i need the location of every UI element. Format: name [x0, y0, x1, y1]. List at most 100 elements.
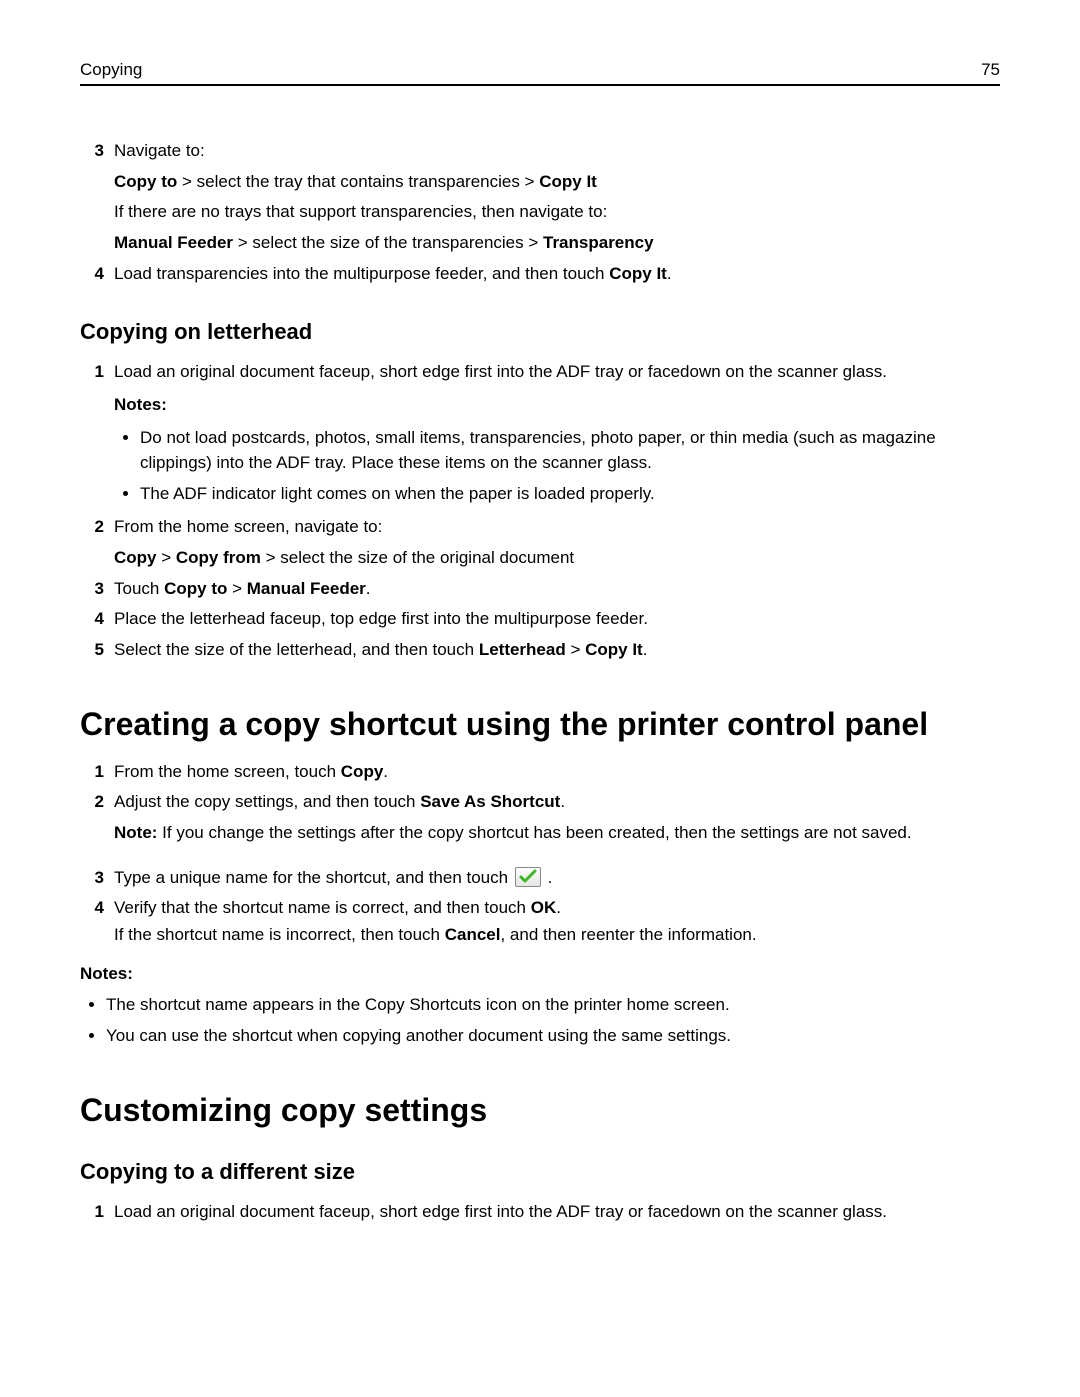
heading-shortcut: Creating a copy shortcut using the print…	[80, 706, 1000, 743]
subheading-diff-size: Copying to a different size	[80, 1159, 1000, 1185]
text: Manual Feeder > select the size of the t…	[114, 231, 1000, 256]
step-number: 1	[80, 760, 114, 785]
text: .	[383, 762, 388, 781]
step-number: 3	[80, 139, 114, 256]
bold-term: Cancel	[445, 925, 501, 944]
text: Navigate to:	[114, 139, 1000, 164]
bold-term: Manual Feeder	[247, 579, 366, 598]
bold-term: Copy from	[176, 548, 261, 567]
step-body: Place the letterhead faceup, top edge fi…	[114, 607, 1000, 632]
text: Copy to > select the tray that contains …	[114, 170, 1000, 195]
bold-term: Manual Feeder	[114, 233, 233, 252]
bold-term: Copy It	[585, 640, 643, 659]
bold-term: Save As Shortcut	[420, 792, 560, 811]
step-number: 1	[80, 360, 114, 509]
text: >	[157, 548, 176, 567]
step-body: From the home screen, navigate to: Copy …	[114, 515, 1000, 570]
notes-label: Notes:	[114, 393, 1000, 418]
step-number: 2	[80, 790, 114, 845]
bold-term: Transparency	[543, 233, 654, 252]
customize-steps: 1 Load an original document faceup, shor…	[80, 1197, 1000, 1228]
text: From the home screen, navigate to:	[114, 515, 1000, 540]
list-item: 2 Adjust the copy settings, and then tou…	[80, 787, 1000, 848]
text: From the home screen, touch	[114, 762, 341, 781]
header-page-number: 75	[981, 60, 1000, 80]
step-number: 2	[80, 515, 114, 570]
text: .	[643, 640, 648, 659]
text: >	[566, 640, 585, 659]
list-item: 1 Load an original document faceup, shor…	[80, 357, 1000, 512]
step-body: Navigate to: Copy to > select the tray t…	[114, 139, 1000, 256]
note-label: Note:	[114, 823, 157, 842]
note-item: The shortcut name appears in the Copy Sh…	[106, 990, 1000, 1021]
step-body: Load an original document faceup, short …	[114, 360, 1000, 509]
bold-term: Copy It	[539, 172, 597, 191]
heading-customize: Customizing copy settings	[80, 1092, 1000, 1129]
note-item: The ADF indicator light comes on when th…	[140, 479, 1000, 510]
text: > select the size of the original docume…	[261, 548, 574, 567]
step-number: 3	[80, 577, 114, 602]
text: Copy > Copy from > select the size of th…	[114, 546, 1000, 571]
step-number: 3	[80, 866, 114, 891]
text: > select the size of the transparencies …	[233, 233, 543, 252]
bold-term: Copy to	[164, 579, 227, 598]
list-item: 1 From the home screen, touch Copy.	[80, 757, 1000, 788]
text: Verify that the shortcut name is correct…	[114, 896, 1000, 921]
text: Adjust the copy settings, and then touch	[114, 792, 420, 811]
text: Adjust the copy settings, and then touch…	[114, 790, 1000, 815]
step-body: Verify that the shortcut name is correct…	[114, 896, 1000, 947]
step-number: 1	[80, 1200, 114, 1225]
step-number: 4	[80, 896, 114, 947]
bold-term: OK	[531, 898, 557, 917]
text: Place the letterhead faceup, top edge fi…	[114, 609, 648, 628]
text: Select the size of the letterhead, and t…	[114, 640, 479, 659]
text: .	[366, 579, 371, 598]
notes-list: Do not load postcards, photos, small ite…	[140, 423, 1000, 509]
text: Load an original document faceup, short …	[114, 360, 1000, 385]
shortcut-steps: 1 From the home screen, touch Copy. 2 Ad…	[80, 757, 1000, 951]
list-item: 3 Touch Copy to > Manual Feeder.	[80, 574, 1000, 605]
step-body: Touch Copy to > Manual Feeder.	[114, 577, 1000, 602]
page-header: Copying 75	[80, 60, 1000, 86]
text: If the shortcut name is incorrect, then …	[114, 925, 445, 944]
step-body: From the home screen, touch Copy.	[114, 760, 1000, 785]
list-item: 5 Select the size of the letterhead, and…	[80, 635, 1000, 666]
bold-term: Copy to	[114, 172, 177, 191]
note-item: You can use the shortcut when copying an…	[106, 1021, 1000, 1052]
text: , and then reenter the information.	[500, 925, 756, 944]
step-body: Load an original document faceup, short …	[114, 1200, 1000, 1225]
text: .	[548, 868, 553, 887]
list-item: 4 Place the letterhead faceup, top edge …	[80, 604, 1000, 635]
list-item: 4 Load transparencies into the multipurp…	[80, 259, 1000, 290]
notes-block: Notes: The shortcut name appears in the …	[80, 964, 1000, 1051]
page: Copying 75 3 Navigate to: Copy to > sele…	[0, 0, 1080, 1397]
list-item: 4 Verify that the shortcut name is corre…	[80, 893, 1000, 950]
step-number: 4	[80, 262, 114, 287]
text: >	[227, 579, 246, 598]
subheading-letterhead: Copying on letterhead	[80, 319, 1000, 345]
bold-term: Copy	[341, 762, 384, 781]
list-item: 3 Type a unique name for the shortcut, a…	[80, 863, 1000, 894]
checkmark-icon	[515, 867, 541, 887]
header-section: Copying	[80, 60, 142, 80]
text: If you change the settings after the cop…	[157, 823, 911, 842]
bold-term: Copy It	[609, 264, 667, 283]
text: Load transparencies into the multipurpos…	[114, 264, 609, 283]
step-body: Type a unique name for the shortcut, and…	[114, 866, 1000, 891]
letterhead-steps: 1 Load an original document faceup, shor…	[80, 357, 1000, 665]
step-body: Load transparencies into the multipurpos…	[114, 262, 1000, 287]
bold-term: Letterhead	[479, 640, 566, 659]
step-number: 4	[80, 607, 114, 632]
transparency-steps: 3 Navigate to: Copy to > select the tray…	[80, 136, 1000, 289]
bold-term: Copy	[114, 548, 157, 567]
text: Type a unique name for the shortcut, and…	[114, 868, 513, 887]
text: Touch	[114, 579, 164, 598]
notes-block: Notes: Do not load postcards, photos, sm…	[114, 393, 1000, 510]
step-body: Adjust the copy settings, and then touch…	[114, 790, 1000, 845]
text: .	[667, 264, 672, 283]
note-item: Do not load postcards, photos, small ite…	[140, 423, 1000, 478]
text: Load an original document faceup, short …	[114, 1202, 887, 1221]
notes-label: Notes:	[80, 964, 1000, 984]
text: .	[560, 792, 565, 811]
text: > select the tray that contains transpar…	[177, 172, 539, 191]
